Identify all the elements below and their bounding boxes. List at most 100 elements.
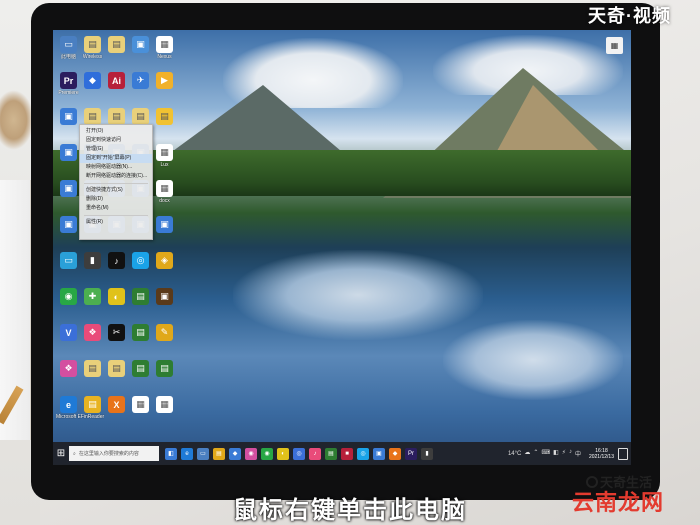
context-menu-item[interactable]: 打开(O) xyxy=(80,127,152,136)
desktop-icon[interactable]: ▮ xyxy=(81,252,104,288)
context-menu-item[interactable]: 管理(G) xyxy=(80,145,152,154)
desktop-icon[interactable]: ◉ xyxy=(57,288,80,324)
context-menu-item[interactable]: 属性(R) xyxy=(80,218,152,227)
taskbar-app-icon[interactable]: ■ xyxy=(341,447,353,460)
context-menu-item[interactable]: 重命名(M) xyxy=(80,204,152,213)
taskbar-app-icon[interactable]: ▤ xyxy=(325,447,337,460)
desktop-icon[interactable]: ✂ xyxy=(105,324,128,360)
desktop-icon[interactable]: ▤ FinReader xyxy=(81,396,104,432)
desktop-icon[interactable]: ❖ xyxy=(57,360,80,396)
desktop-icon[interactable]: ✈ xyxy=(129,72,152,108)
app-icon: ◈ xyxy=(156,252,173,269)
desktop-icon[interactable]: ▣ xyxy=(57,180,80,216)
desktop-icon[interactable]: eMicrosoft Edge xyxy=(56,396,81,432)
context-menu-item[interactable]: 固定到快速访问 xyxy=(80,136,152,145)
app-icon: ▤ xyxy=(84,396,101,413)
desktop-icon[interactable]: ▦ Lux xyxy=(153,144,176,180)
app-icon: ▦ xyxy=(156,396,173,413)
desktop-icon[interactable]: ▦ xyxy=(153,396,176,432)
desktop-icon[interactable]: V xyxy=(57,324,80,360)
desktop-icon[interactable]: ▭ 此电脑 xyxy=(57,36,80,72)
tray-icon[interactable]: ◧ xyxy=(553,449,559,458)
system-tray: 14°C ☁ ⌃ ⌨ ◧ ⚡ ♪ 中 xyxy=(508,449,585,458)
taskbar-app-icon[interactable]: ▤ xyxy=(213,447,225,460)
windows-logo-icon: ⊞ xyxy=(56,448,66,459)
desktop-icon[interactable]: ♪ xyxy=(105,252,128,288)
desktop-icon-label: docx xyxy=(159,198,170,204)
desktop-icon[interactable]: ◐ xyxy=(105,288,128,324)
tray-icons: ☁ ⌃ ⌨ ◧ ⚡ ♪ 中 xyxy=(524,449,581,458)
app-icon: ▣ xyxy=(60,216,77,233)
desktop-icon[interactable]: ▤ xyxy=(105,36,128,72)
taskbar-app-icon[interactable]: ◆ xyxy=(229,447,241,460)
context-menu-item[interactable]: 创建快捷方式(S) xyxy=(80,186,152,195)
taskbar-app-icon[interactable]: ▣ xyxy=(373,447,385,460)
desktop-icon[interactable]: ▤ xyxy=(129,324,152,360)
desktop-icon[interactable]: ▦ xyxy=(129,396,152,432)
context-menu-item[interactable]: 映射网络驱动器(N)... xyxy=(80,163,152,172)
desktop-icon[interactable]: ▤ xyxy=(81,360,104,396)
context-menu-item[interactable]: 断开网络驱动器的连接(C)... xyxy=(80,172,152,181)
taskbar-clock[interactable]: 16:18 2021/12/13 xyxy=(585,448,618,460)
desktop-icon[interactable]: ▣ xyxy=(153,288,176,324)
tray-icon[interactable]: ⌨ xyxy=(541,449,550,458)
start-button[interactable]: ⊞ xyxy=(53,442,69,465)
app-icon: ▦ xyxy=(156,180,173,197)
taskbar-app-icon[interactable]: ◐ xyxy=(277,447,289,460)
desktop-icon[interactable]: Ai xyxy=(105,72,128,108)
taskbar-app-icon[interactable]: ♪ xyxy=(309,447,321,460)
desktop-icon[interactable]: ▤ xyxy=(105,360,128,396)
app-icon: ▤ xyxy=(84,36,101,53)
desktop-icon[interactable]: ▤ xyxy=(153,360,176,396)
tray-icon[interactable]: ⌃ xyxy=(533,449,538,458)
desktop-icon[interactable]: ▤ xyxy=(129,288,152,324)
taskbar-app-icon[interactable]: e xyxy=(181,447,193,460)
desktop-icon-label: 此电脑 xyxy=(60,54,76,60)
tray-icon[interactable]: ☁ xyxy=(524,449,530,458)
desktop-icon[interactable]: ▶ xyxy=(153,72,176,108)
desktop-icon[interactable]: ▣ xyxy=(57,216,80,252)
app-icon: ♪ xyxy=(108,252,125,269)
taskbar-app-icon[interactable]: ◧ xyxy=(165,447,177,460)
context-menu-item[interactable]: 固定到"开始"屏幕(P) xyxy=(80,154,152,163)
desktop-icon[interactable]: ▭ xyxy=(57,252,80,288)
desktop-icon-label: Premiere xyxy=(58,90,79,96)
desktop-screen: ▭ 此电脑 ▤ Wireless ▤ ▣ ▦ Nexus Pr Premiere ◆ Ai ✈ ▶ ▣ ▤ ▤ ▤… xyxy=(53,30,631,465)
desktop-icon[interactable]: ▦ docx xyxy=(153,180,176,216)
desktop-icon[interactable]: ◆ xyxy=(81,72,104,108)
taskbar-app-icon[interactable]: ◎ xyxy=(357,447,369,460)
desktop-icon[interactable]: ✎ xyxy=(153,324,176,360)
weather-label[interactable]: 14°C xyxy=(508,451,521,457)
desktop-icon[interactable]: X xyxy=(105,396,128,432)
desktop-icon[interactable]: ❖ xyxy=(81,324,104,360)
taskbar-app-icon[interactable]: ◆ xyxy=(389,447,401,460)
tray-icon[interactable]: ♪ xyxy=(569,449,572,458)
desktop-icon[interactable]: ▣ xyxy=(129,36,152,72)
desktop-icon[interactable]: ▤ xyxy=(153,108,176,144)
desktop-icon[interactable]: ▦ Nexus xyxy=(153,36,176,72)
desktop-icon[interactable]: ◈ xyxy=(153,252,176,288)
notification-center-icon[interactable] xyxy=(618,447,628,460)
context-menu-item[interactable]: 删除(D) xyxy=(80,195,152,204)
taskbar-app-icon[interactable]: ▭ xyxy=(197,447,209,460)
tray-icon[interactable]: 中 xyxy=(575,449,581,458)
desktop-icon-label: FinReader xyxy=(80,414,105,420)
tray-icon[interactable]: ⚡ xyxy=(562,449,566,458)
desktop-icon[interactable]: ◎ xyxy=(129,252,152,288)
taskbar-app-icon[interactable]: ◎ xyxy=(293,447,305,460)
desktop-icon[interactable]: ▣ xyxy=(57,108,80,144)
desktop-icon[interactable]: ✚ xyxy=(81,288,104,324)
taskbar-app-icon[interactable]: ▮ xyxy=(421,447,433,460)
taskbar-app-icon[interactable]: Pr xyxy=(405,447,417,460)
top-right-desktop-icon[interactable]: ▦ xyxy=(606,37,623,54)
taskbar-search-box[interactable]: ⌕ 在这里输入你要搜索的内容 xyxy=(69,446,159,461)
desktop-icon[interactable]: ▣ xyxy=(153,216,176,252)
app-icon: V xyxy=(60,324,77,341)
desktop-icon-label: Wireless xyxy=(82,54,103,60)
desktop-icon[interactable]: ▤ xyxy=(129,360,152,396)
desktop-icon[interactable]: Pr Premiere xyxy=(57,72,80,108)
desktop-icon[interactable]: ▤ Wireless xyxy=(81,36,104,72)
desktop-icon[interactable]: ▣ xyxy=(57,144,80,180)
taskbar-app-icon[interactable]: ◉ xyxy=(245,447,257,460)
taskbar-app-icon[interactable]: ◉ xyxy=(261,447,273,460)
